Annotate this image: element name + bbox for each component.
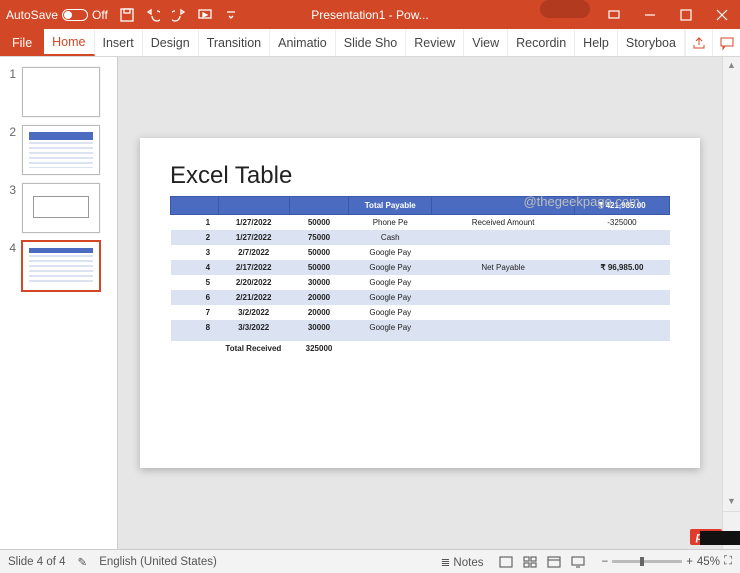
table-row: 21/27/202275000Cash: [171, 230, 670, 245]
slide-counter: Slide 4 of 4: [8, 556, 66, 568]
zoom-slider[interactable]: [612, 560, 682, 563]
spellcheck-icon[interactable]: ✎: [78, 555, 88, 569]
maximize-button[interactable]: [668, 0, 704, 29]
thumb-3[interactable]: 3: [0, 179, 117, 237]
undo-icon[interactable]: [140, 0, 166, 29]
window-title: Presentation1 - Pow...: [311, 8, 428, 22]
slideshow-start-icon[interactable]: [192, 0, 218, 29]
ribbon-display-icon[interactable]: [596, 0, 632, 29]
share-button[interactable]: [685, 29, 713, 56]
status-bar: Slide 4 of 4 ✎ English (United States) ≣…: [0, 549, 740, 573]
autosave-state: Off: [92, 8, 108, 22]
table-row: 32/7/202250000Google Pay: [171, 245, 670, 260]
notes-button[interactable]: ≣ Notes: [441, 555, 484, 569]
save-icon[interactable]: [114, 0, 140, 29]
reading-view-icon[interactable]: [543, 553, 565, 571]
tab-view[interactable]: View: [464, 29, 508, 56]
tab-help[interactable]: Help: [575, 29, 618, 56]
sorter-view-icon[interactable]: [519, 553, 541, 571]
watermark: @thegeekpage.com: [523, 194, 640, 209]
slideshow-view-icon[interactable]: [567, 553, 589, 571]
file-tab[interactable]: File: [0, 29, 44, 56]
tab-home[interactable]: Home: [44, 29, 94, 56]
table-row: 52/20/202230000Google Pay: [171, 275, 670, 290]
vertical-scrollbar[interactable]: ▲ ▼: [722, 57, 740, 549]
table-row: 42/17/202250000Google PayNet Payable₹ 96…: [171, 260, 670, 275]
zoom-level[interactable]: 45%: [697, 556, 720, 568]
tab-insert[interactable]: Insert: [95, 29, 143, 56]
workspace: 1 2 3 4 Excel Table @thegeekpage.com Tot…: [0, 57, 740, 549]
scroll-up-icon[interactable]: ▲: [723, 57, 740, 73]
slide-editor[interactable]: Excel Table @thegeekpage.com Total Payab…: [118, 57, 722, 549]
tab-recording[interactable]: Recordin: [508, 29, 575, 56]
toggle-icon: [62, 9, 88, 21]
thumb-preview: [22, 241, 100, 291]
thumb-1[interactable]: 1: [0, 63, 117, 121]
redo-icon[interactable]: [166, 0, 192, 29]
slide-panel[interactable]: 1 2 3 4: [0, 57, 118, 549]
slide-canvas[interactable]: Excel Table @thegeekpage.com Total Payab…: [140, 138, 700, 468]
scroll-down-icon[interactable]: ▼: [723, 493, 740, 509]
tab-transitions[interactable]: Transition: [199, 29, 270, 56]
user-badge[interactable]: [540, 0, 590, 18]
thumb-preview: [22, 67, 100, 117]
zoom-in-icon[interactable]: +: [686, 556, 693, 568]
slide-title: Excel Table: [170, 162, 670, 190]
thumb-preview: [22, 125, 100, 175]
zoom-out-icon[interactable]: −: [601, 556, 608, 568]
excel-table: Total Payable₹ 421,985.00 11/27/20225000…: [170, 196, 670, 356]
tab-review[interactable]: Review: [406, 29, 464, 56]
table-row: 11/27/202250000Phone PeReceived Amount-3…: [171, 215, 670, 231]
thumb-2[interactable]: 2: [0, 121, 117, 179]
autosave-toggle[interactable]: AutoSave Off: [0, 8, 114, 22]
view-buttons: [495, 553, 589, 571]
table-row: 83/3/202230000Google Pay: [171, 320, 670, 335]
minimize-button[interactable]: [632, 0, 668, 29]
thumb-4[interactable]: 4: [0, 237, 117, 295]
tab-animations[interactable]: Animatio: [270, 29, 336, 56]
autosave-label: AutoSave: [6, 8, 58, 22]
title-bar: AutoSave Off Presentation1 - Pow...: [0, 0, 740, 29]
qat-more-icon[interactable]: [218, 0, 244, 29]
tab-storyboard[interactable]: Storyboa: [618, 29, 685, 56]
ribbon-tabs: File Home Insert Design Transition Anima…: [0, 29, 740, 57]
thumb-preview: [22, 183, 100, 233]
normal-view-icon[interactable]: [495, 553, 517, 571]
close-button[interactable]: [704, 0, 740, 29]
comments-button[interactable]: [712, 29, 740, 56]
language-indicator[interactable]: English (United States): [99, 556, 217, 568]
tab-design[interactable]: Design: [143, 29, 199, 56]
table-row: 73/2/202220000Google Pay: [171, 305, 670, 320]
zoom-controls[interactable]: − + 45% ⛶: [601, 555, 732, 568]
fit-window-icon[interactable]: ⛶: [724, 555, 732, 568]
table-row: 62/21/202220000Google Pay: [171, 290, 670, 305]
tab-slideshow[interactable]: Slide Sho: [336, 29, 407, 56]
overlay-box: [700, 531, 740, 545]
